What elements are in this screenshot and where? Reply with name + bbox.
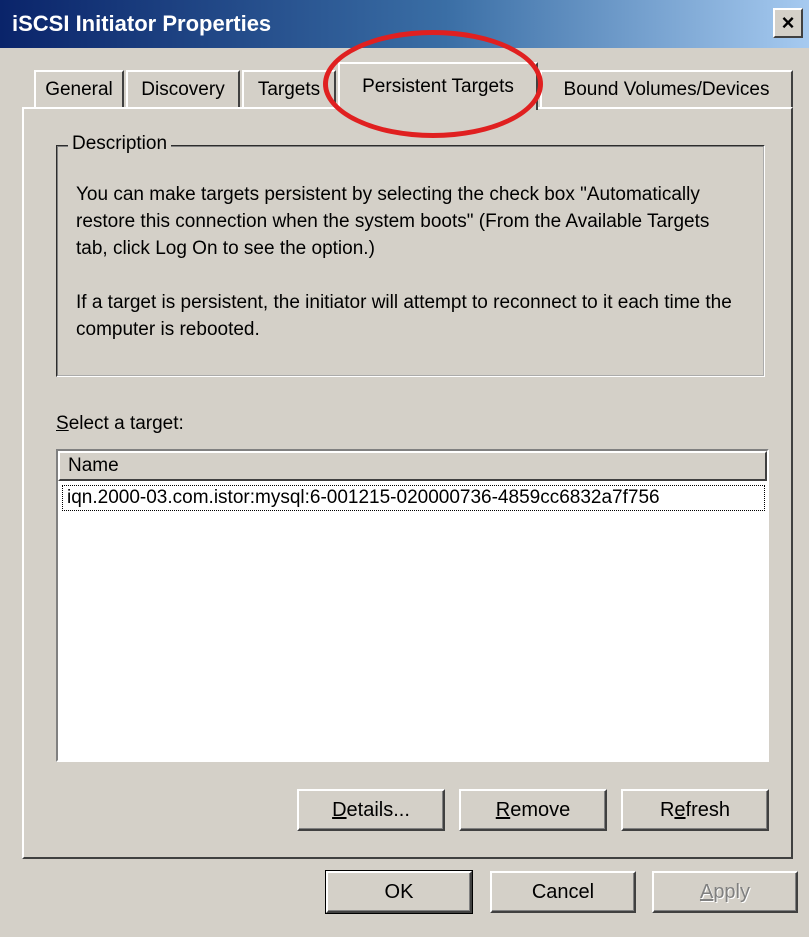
close-button[interactable]: × bbox=[773, 8, 803, 38]
list-item[interactable]: iqn.2000-03.com.istor:mysql:6-001215-020… bbox=[62, 485, 765, 511]
ok-label: OK bbox=[384, 880, 414, 903]
description-paragraph-2: If a target is persistent, the initiator… bbox=[76, 292, 732, 340]
tab-general-label: General bbox=[45, 79, 113, 100]
refresh-label: fresh bbox=[685, 798, 731, 821]
tab-bound-volumes-devices[interactable]: Bound Volumes/Devices bbox=[540, 70, 793, 108]
tab-persistent-targets-label: Persistent Targets bbox=[362, 76, 514, 97]
target-listview[interactable]: Name iqn.2000-03.com.istor:mysql:6-00121… bbox=[56, 449, 769, 762]
close-icon: × bbox=[781, 10, 795, 35]
tab-bound-volumes-label: Bound Volumes/Devices bbox=[563, 79, 770, 100]
description-groupbox: Description You can make targets persist… bbox=[56, 133, 765, 377]
tab-discovery[interactable]: Discovery bbox=[126, 70, 240, 108]
select-target-accel: S bbox=[56, 413, 69, 434]
description-legend: Description bbox=[68, 133, 172, 155]
refresh-pre: R bbox=[659, 798, 675, 821]
details-button[interactable]: Details... bbox=[297, 789, 445, 831]
refresh-button[interactable]: Re fresh bbox=[621, 789, 769, 831]
apply-label: pply bbox=[713, 880, 751, 903]
ok-button[interactable]: OK bbox=[325, 870, 473, 914]
name-column-label: Name bbox=[68, 455, 119, 476]
refresh-accel: e bbox=[674, 798, 686, 821]
title-bar[interactable]: iSCSI Initiator Properties × bbox=[0, 0, 809, 48]
remove-accel: R bbox=[495, 798, 511, 821]
select-target-label: Select a target: bbox=[56, 413, 184, 435]
target-iqn: iqn.2000-03.com.istor:mysql:6-001215-020… bbox=[67, 487, 660, 508]
description-paragraph-1: You can make targets persistent by selec… bbox=[76, 184, 710, 259]
details-label: etails... bbox=[346, 798, 410, 821]
window-title: iSCSI Initiator Properties bbox=[12, 11, 272, 36]
tab-discovery-label: Discovery bbox=[141, 79, 225, 100]
tab-targets-label: Targets bbox=[257, 79, 321, 100]
iscsi-properties-dialog: iSCSI Initiator Properties × General Dis… bbox=[0, 0, 809, 937]
apply-button[interactable]: Apply bbox=[652, 871, 798, 913]
name-column-header[interactable]: Name bbox=[58, 451, 767, 481]
cancel-button[interactable]: Cancel bbox=[490, 871, 636, 913]
tab-general[interactable]: General bbox=[34, 70, 124, 108]
apply-accel: A bbox=[699, 880, 714, 903]
tab-targets[interactable]: Targets bbox=[242, 70, 336, 108]
remove-button[interactable]: Remove bbox=[459, 789, 607, 831]
details-accel: D bbox=[332, 798, 347, 821]
select-target-text: elect a target: bbox=[68, 413, 184, 434]
remove-label: emove bbox=[510, 798, 571, 821]
tab-persistent-targets[interactable]: Persistent Targets bbox=[338, 62, 538, 110]
persistent-targets-panel: Description You can make targets persist… bbox=[22, 107, 793, 859]
cancel-label: Cancel bbox=[531, 880, 595, 903]
